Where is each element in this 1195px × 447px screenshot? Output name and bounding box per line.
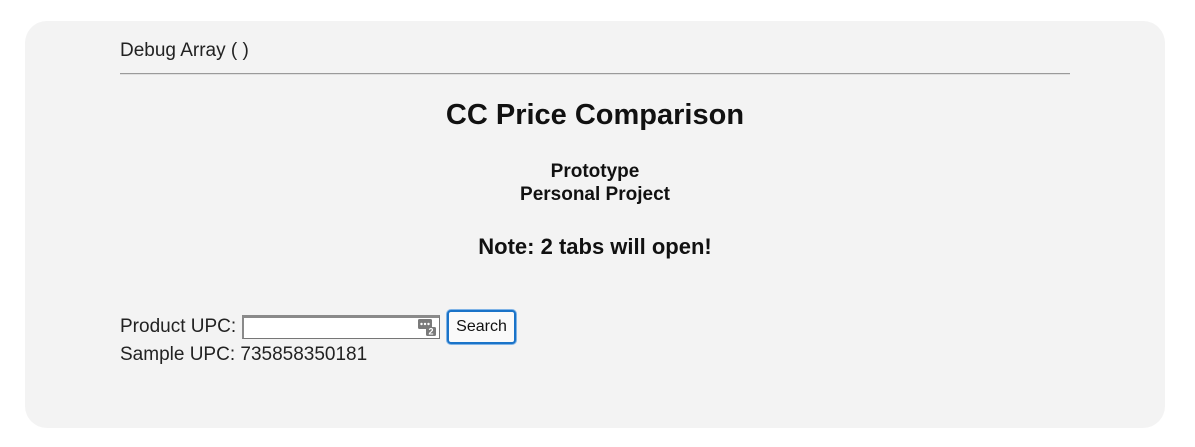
main-panel: Debug Array ( ) CC Price Comparison Prot… [25, 21, 1165, 428]
page-title: CC Price Comparison [445, 99, 745, 131]
upc-input-wrapper: 2 [242, 315, 441, 339]
upc-input[interactable] [242, 315, 441, 339]
autofill-badge: 2 [429, 327, 434, 337]
search-button[interactable]: Search [447, 310, 516, 344]
subtitle-prototype: Prototype [550, 161, 640, 182]
debug-array-text: Debug Array ( ) [120, 40, 249, 61]
divider [120, 73, 1070, 75]
tabs-note: Note: 2 tabs will open! [478, 234, 712, 259]
subtitle-personal-project: Personal Project [520, 184, 670, 205]
upc-form: Product UPC: 2 Search [120, 309, 516, 345]
sample-upc-text: Sample UPC: 735858350181 [120, 344, 368, 365]
upc-label: Product UPC: [120, 316, 237, 337]
password-manager-icon[interactable]: 2 [418, 318, 437, 337]
